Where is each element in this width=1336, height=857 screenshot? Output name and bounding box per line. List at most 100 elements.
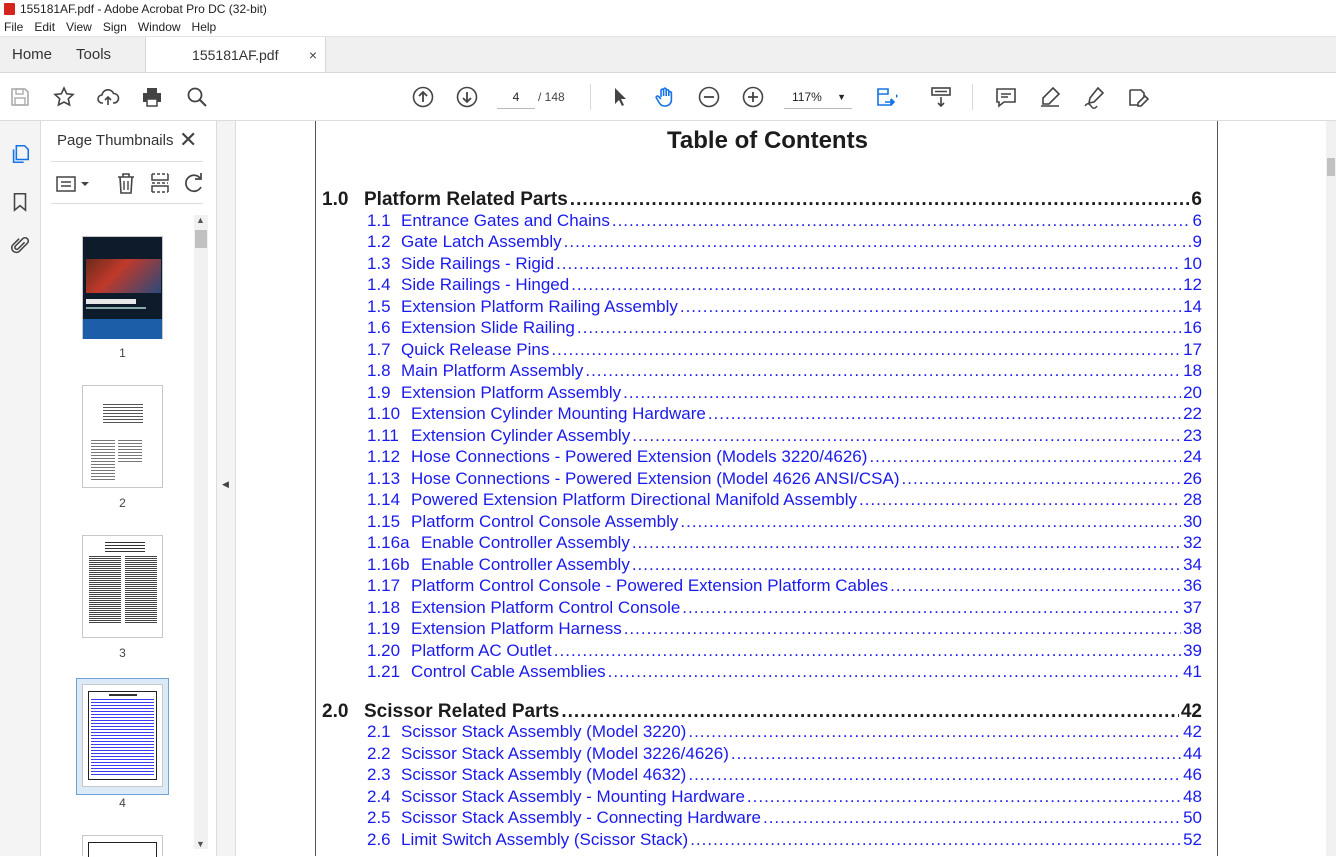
panel-close-icon[interactable]: ✕	[179, 127, 197, 153]
toc-entry[interactable]: 1.2 Gate Latch Assembly 9	[367, 232, 1202, 252]
document-view[interactable]: Table of Contents 1.0 Platform Related Pa…	[236, 121, 1326, 856]
scroll-up-icon[interactable]: ▲	[196, 215, 205, 225]
page-thumbnail-5[interactable]	[82, 835, 163, 857]
tab-tools[interactable]: Tools	[64, 37, 123, 72]
toc-entry[interactable]: 1.13 Hose Connections - Powered Extension…	[367, 469, 1202, 489]
toc-entry-number: 1.15	[367, 511, 401, 531]
toc-entry[interactable]: 1.9 Extension Platform Assembly 20	[367, 383, 1202, 403]
panel-collapse-strip[interactable]: ◀	[216, 121, 236, 856]
page-thumbnail-2[interactable]	[82, 385, 163, 488]
options-menu-icon[interactable]	[55, 173, 91, 195]
comment-icon[interactable]	[992, 83, 1020, 111]
scrollbar-thumb[interactable]	[195, 230, 207, 248]
hand-tool-icon[interactable]	[651, 83, 679, 111]
page-thumbnails-icon[interactable]	[7, 141, 33, 167]
page-thumbnail-1[interactable]	[82, 236, 163, 339]
menu-view[interactable]: View	[66, 20, 92, 34]
toc-entry[interactable]: 2.4 Scissor Stack Assembly - Mounting Har…	[367, 787, 1202, 807]
panel-divider	[51, 203, 203, 204]
menu-edit[interactable]: Edit	[34, 20, 55, 34]
sign-icon[interactable]	[1080, 83, 1108, 111]
zoom-level-select[interactable]: 117% ▼	[784, 87, 852, 109]
toc-leader-dots	[561, 701, 1178, 723]
toc-entry[interactable]: 1.7 Quick Release Pins 17	[367, 340, 1202, 360]
toc-section-number: 2.0	[322, 700, 349, 722]
trash-icon[interactable]	[115, 171, 137, 195]
page-thumbnail-4[interactable]	[82, 684, 163, 787]
page-thumbnail-3[interactable]	[82, 535, 163, 638]
toc-leader-dots	[902, 469, 1182, 489]
document-scrollbar[interactable]	[1326, 121, 1336, 856]
bookmark-icon[interactable]	[7, 189, 33, 215]
zoom-search-icon[interactable]	[183, 83, 211, 111]
toc-entry[interactable]: 1.16a Enable Controller Assembly 32	[367, 533, 1202, 553]
tab-close-icon[interactable]: ×	[309, 47, 317, 63]
toc-entry[interactable]: 1.11 Extension Cylinder Assembly 23	[367, 426, 1202, 446]
toc-entry[interactable]: 2.3 Scissor Stack Assembly (Model 4632) 46	[367, 765, 1202, 785]
toc-entry[interactable]: 1.21 Control Cable Assemblies 41	[367, 662, 1202, 682]
toc-entry-title: Extension Platform Railing Assembly	[401, 296, 678, 316]
toc-entry[interactable]: 1.6 Extension Slide Railing 16	[367, 318, 1202, 338]
menu-sign[interactable]: Sign	[103, 20, 127, 34]
toc-entry[interactable]: 2.6 Limit Switch Assembly (Scissor Stack)…	[367, 830, 1202, 850]
toc-entry[interactable]: 1.15 Platform Control Console Assembly 30	[367, 512, 1202, 532]
toc-entry-page: 10	[1183, 253, 1202, 273]
menu-file[interactable]: File	[4, 20, 23, 34]
toc-section-title: Scissor Related Parts	[364, 700, 560, 722]
toc-entry[interactable]: 1.4 Side Railings - Hinged 12	[367, 275, 1202, 295]
toc-entry[interactable]: 1.18 Extension Platform Control Console 37	[367, 598, 1202, 618]
extract-pages-icon[interactable]	[149, 171, 171, 195]
cloud-upload-icon[interactable]	[94, 83, 122, 111]
print-icon[interactable]	[138, 83, 166, 111]
thumbnail-scrollbar[interactable]: ▲ ▼	[194, 215, 208, 849]
toc-section[interactable]: 1.0 Platform Related Parts 6	[322, 189, 1202, 211]
previous-page-icon[interactable]	[409, 83, 437, 111]
toc-entry[interactable]: 2.2 Scissor Stack Assembly (Model 3226/46…	[367, 744, 1202, 764]
toc-entry[interactable]: 2.1 Scissor Stack Assembly (Model 3220) 42	[367, 722, 1202, 742]
tab-home[interactable]: Home	[0, 37, 64, 72]
toc-leader-dots	[747, 787, 1181, 807]
star-icon[interactable]	[50, 83, 78, 111]
toc-entry[interactable]: 1.12 Hose Connections - Powered Extension…	[367, 447, 1202, 467]
toc-entry[interactable]: 1.1 Entrance Gates and Chains 6	[367, 211, 1202, 231]
thumbnail-label-1: 1	[119, 346, 126, 360]
toc-entry-number: 1.12	[367, 447, 401, 466]
toc-leader-dots	[680, 512, 1181, 532]
menu-window[interactable]: Window	[138, 20, 181, 34]
save-icon[interactable]	[6, 83, 34, 111]
keyboard-scroll-icon[interactable]	[927, 83, 955, 111]
main-toolbar: 4 / 148 117% ▼	[0, 73, 1336, 121]
toc-entry[interactable]: 1.20 Platform AC Outlet 39	[367, 641, 1202, 661]
toc-entry[interactable]: 1.16b Enable Controller Assembly 34	[367, 555, 1202, 575]
toc-entry[interactable]: 1.3 Side Railings - Rigid 10	[367, 254, 1202, 274]
toc-leader-dots	[680, 297, 1181, 317]
toc-section[interactable]: 2.0 Scissor Related Parts 42	[322, 701, 1202, 723]
edit-pdf-icon[interactable]	[1124, 83, 1152, 111]
toc-entry[interactable]: 1.8 Main Platform Assembly 18	[367, 361, 1202, 381]
toc-entry[interactable]: 1.5 Extension Platform Railing Assembly 14	[367, 297, 1202, 317]
zoom-out-icon[interactable]	[695, 83, 723, 111]
panel-divider	[51, 161, 203, 162]
menu-help[interactable]: Help	[192, 20, 217, 34]
zoom-in-icon[interactable]	[739, 83, 767, 111]
next-page-icon[interactable]	[453, 83, 481, 111]
toc-entry[interactable]: 2.5 Scissor Stack Assembly - Connecting H…	[367, 808, 1202, 828]
collapse-left-icon[interactable]: ◀	[222, 479, 229, 490]
select-cursor-icon[interactable]	[606, 83, 634, 111]
toc-entry[interactable]: 1.19 Extension Platform Harness 38	[367, 619, 1202, 639]
scrollbar-thumb[interactable]	[1327, 158, 1335, 176]
rotate-icon[interactable]	[183, 171, 205, 195]
highlight-pen-icon[interactable]	[1036, 83, 1064, 111]
tab-document[interactable]: 155181AF.pdf ×	[145, 37, 327, 72]
toc-entry[interactable]: 1.17 Platform Control Console - Powered E…	[367, 576, 1202, 596]
toc-entry-number: 1.18	[367, 597, 401, 617]
toc-entry-title: Extension Cylinder Assembly	[411, 425, 631, 445]
toc-entry[interactable]: 1.10 Extension Cylinder Mounting Hardware…	[367, 404, 1202, 424]
fit-page-icon[interactable]	[872, 83, 900, 111]
toc-section-title: Platform Related Parts	[364, 189, 568, 210]
toc-leader-dots	[869, 447, 1181, 467]
attachment-icon[interactable]	[7, 233, 33, 259]
scroll-down-icon[interactable]: ▼	[196, 839, 205, 849]
toc-entry[interactable]: 1.14 Powered Extension Platform Direction…	[367, 490, 1202, 510]
page-number-input[interactable]: 4	[497, 87, 535, 109]
